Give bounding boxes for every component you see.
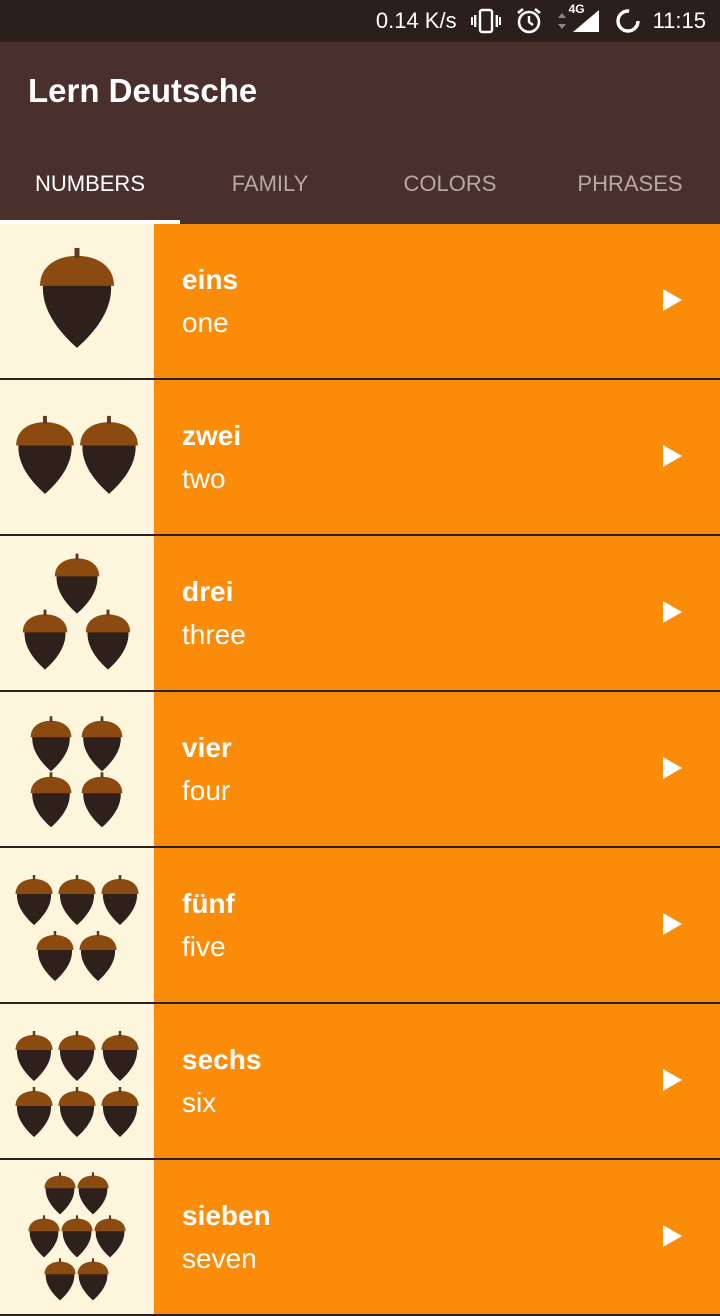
english-translation: five <box>182 931 226 962</box>
acorn-icon <box>77 1258 109 1301</box>
acorn-icon <box>15 875 53 925</box>
acorn-icon <box>16 415 74 494</box>
acorn-illustration <box>15 1031 139 1137</box>
list-item[interactable]: eins one <box>0 224 720 380</box>
acorn-illustration <box>16 415 138 494</box>
alarm-icon <box>515 7 543 35</box>
german-word: sieben <box>182 1200 271 1231</box>
status-bar: 0.14 K/s 4G 11:15 <box>0 0 720 42</box>
vibrate-icon <box>470 8 501 34</box>
acorn-icon <box>44 1172 76 1215</box>
word-text-area[interactable]: fünf five <box>154 848 720 1002</box>
acorn-image <box>0 1160 154 1314</box>
word-text-area[interactable]: drei three <box>154 536 720 690</box>
word-text-area[interactable]: vier four <box>154 692 720 846</box>
acorn-image <box>0 380 154 534</box>
german-word: fünf <box>182 888 235 919</box>
acorn-illustration <box>28 1172 126 1301</box>
play-icon[interactable] <box>660 1068 684 1092</box>
english-translation: seven <box>182 1243 257 1274</box>
play-icon[interactable] <box>660 756 684 780</box>
tab-colors[interactable]: COLORS <box>360 144 540 224</box>
signal-icon: 4G <box>569 2 601 34</box>
german-word: zwei <box>182 420 242 451</box>
acorn-icon <box>58 1031 96 1081</box>
loading-icon <box>615 8 641 34</box>
acorn-icon <box>28 1215 60 1258</box>
list-item[interactable]: drei three <box>0 536 720 692</box>
acorn-icon <box>81 772 123 828</box>
play-icon[interactable] <box>660 600 684 624</box>
acorn-image <box>0 224 154 378</box>
acorn-illustration <box>15 875 139 981</box>
acorn-illustration <box>22 553 131 670</box>
acorn-icon <box>30 772 72 828</box>
tab-numbers[interactable]: NUMBERS <box>0 144 180 224</box>
list-item[interactable]: sechs six <box>0 1004 720 1160</box>
clock: 11:15 <box>652 8 706 33</box>
play-icon[interactable] <box>660 912 684 936</box>
acorn-icon <box>101 1087 139 1137</box>
play-icon[interactable] <box>660 1224 684 1248</box>
acorn-image <box>0 1004 154 1158</box>
word-text-area[interactable]: sieben seven <box>154 1160 720 1314</box>
acorn-image <box>0 692 154 846</box>
list-item[interactable]: zwei two <box>0 380 720 536</box>
acorn-icon <box>22 609 68 670</box>
english-translation: four <box>182 775 231 806</box>
acorn-icon <box>81 716 123 772</box>
acorn-image <box>0 848 154 1002</box>
acorn-icon <box>101 875 139 925</box>
acorn-icon <box>40 247 114 348</box>
play-icon[interactable] <box>660 444 684 468</box>
english-translation: six <box>182 1087 217 1118</box>
acorn-icon <box>101 1031 139 1081</box>
acorn-icon <box>85 609 131 670</box>
word-list[interactable]: eins one zwei two drei three vier four fünf five s… <box>0 224 720 1316</box>
app-title: Lern Deutsche <box>28 72 258 109</box>
list-item[interactable]: fünf five <box>0 848 720 1004</box>
acorn-icon <box>79 931 117 981</box>
acorn-image <box>0 536 154 690</box>
tab-phrases[interactable]: PHRASES <box>540 144 720 224</box>
play-icon[interactable] <box>660 288 684 312</box>
word-text-area[interactable]: eins one <box>154 224 720 378</box>
list-item[interactable]: vier four <box>0 692 720 848</box>
acorn-icon <box>58 1087 96 1137</box>
acorn-icon <box>58 875 96 925</box>
german-word: vier <box>182 732 232 763</box>
acorn-icon <box>77 1172 109 1215</box>
app-bar: Lern Deutsche NUMBERS FAMILY COLORS PHRA… <box>0 42 720 224</box>
acorn-icon <box>15 1087 53 1137</box>
network-speed: 0.14 K/s <box>375 8 457 33</box>
tab-family[interactable]: FAMILY <box>180 144 360 224</box>
acorn-icon <box>61 1215 93 1258</box>
data-arrows-icon <box>557 11 567 31</box>
acorn-illustration <box>40 247 114 348</box>
word-text-area[interactable]: sechs six <box>154 1004 720 1158</box>
english-translation: three <box>182 619 246 650</box>
acorn-icon <box>15 1031 53 1081</box>
network-type: 4G <box>568 2 585 16</box>
english-translation: two <box>182 463 226 494</box>
acorn-icon <box>30 716 72 772</box>
acorn-illustration <box>30 716 123 828</box>
german-word: sechs <box>182 1044 262 1075</box>
acorn-icon <box>44 1258 76 1301</box>
german-word: drei <box>182 576 234 607</box>
list-item[interactable]: sieben seven <box>0 1160 720 1316</box>
german-word: eins <box>182 264 239 295</box>
acorn-icon <box>94 1215 126 1258</box>
acorn-icon <box>80 415 138 494</box>
acorn-icon <box>54 553 100 614</box>
acorn-icon <box>36 931 74 981</box>
word-text-area[interactable]: zwei two <box>154 380 720 534</box>
tab-bar: NUMBERS FAMILY COLORS PHRASES <box>0 144 720 224</box>
english-translation: one <box>182 307 229 338</box>
